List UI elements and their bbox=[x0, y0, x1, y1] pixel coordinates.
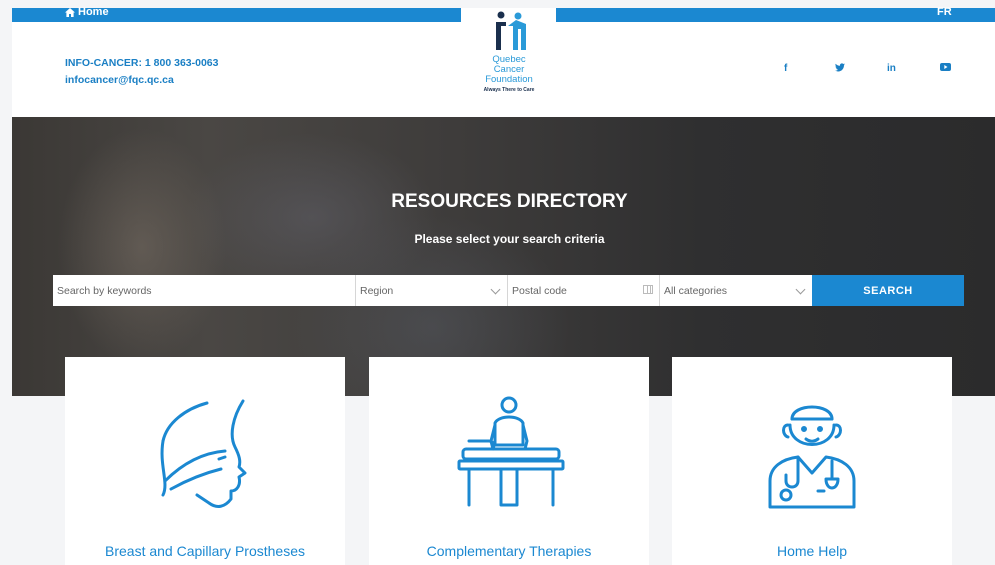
home-icon bbox=[65, 7, 75, 17]
card-label: Breast and Capillary Prostheses bbox=[105, 543, 305, 559]
region-select-value: Region bbox=[360, 284, 394, 297]
nurse-icon bbox=[768, 405, 856, 509]
keywords-input[interactable]: Search by keywords bbox=[53, 275, 356, 306]
home-link-label: Home bbox=[78, 6, 109, 18]
category-select[interactable]: All categories bbox=[660, 275, 812, 306]
search-bar: Search by keywords Region Postal code Al… bbox=[53, 275, 964, 306]
page-title: RESOURCES DIRECTORY bbox=[391, 191, 628, 212]
category-card-therapies[interactable]: Complementary Therapies bbox=[369, 357, 649, 565]
search-button[interactable]: SEARCH bbox=[812, 275, 964, 306]
chevron-down-icon bbox=[795, 284, 806, 295]
logo-figures-icon bbox=[496, 11, 526, 50]
hero-banner bbox=[12, 117, 995, 396]
twitter-icon bbox=[835, 63, 845, 72]
logo-tagline: Always There to Care bbox=[483, 87, 535, 93]
logo-name-line3: Foundation bbox=[485, 74, 533, 85]
linkedin-link[interactable]: in bbox=[887, 63, 896, 74]
card-icon-wrap bbox=[65, 395, 345, 515]
map-icon[interactable] bbox=[643, 285, 653, 294]
info-cancer-phone[interactable]: INFO-CANCER: 1 800 363-0063 bbox=[65, 55, 218, 72]
language-toggle[interactable]: FR bbox=[937, 6, 952, 18]
page-subtitle: Please select your search criteria bbox=[414, 232, 605, 246]
facebook-link[interactable]: f bbox=[784, 63, 787, 74]
massage-table-icon bbox=[457, 396, 565, 507]
card-label: Complementary Therapies bbox=[426, 543, 592, 559]
topbar-right bbox=[556, 8, 995, 22]
page: Home FR INFO-CANCER: 1 800 363-0063 info… bbox=[0, 0, 995, 565]
twitter-link[interactable] bbox=[835, 63, 845, 75]
contact-email-link[interactable]: infocancer@fqc.qc.ca bbox=[65, 72, 218, 89]
category-card-home-help[interactable]: Home Help bbox=[672, 357, 952, 565]
postal-code-placeholder: Postal code bbox=[512, 284, 567, 297]
home-link[interactable]: Home bbox=[65, 6, 109, 18]
postal-code-input[interactable]: Postal code bbox=[508, 275, 660, 306]
breast-profile-icon bbox=[160, 399, 247, 508]
contact-info: INFO-CANCER: 1 800 363-0063 infocancer@f… bbox=[65, 55, 218, 89]
youtube-icon bbox=[940, 63, 951, 71]
keywords-placeholder: Search by keywords bbox=[57, 284, 152, 297]
youtube-link[interactable] bbox=[940, 63, 951, 74]
region-select[interactable]: Region bbox=[356, 275, 508, 306]
card-label: Home Help bbox=[776, 543, 848, 559]
card-icon-wrap bbox=[672, 395, 952, 515]
chevron-down-icon bbox=[490, 284, 501, 295]
card-icon-wrap bbox=[369, 395, 649, 515]
category-card-prostheses[interactable]: Breast and Capillary Prostheses bbox=[65, 357, 345, 565]
category-select-value: All categories bbox=[664, 284, 728, 297]
site-logo[interactable]: Quebec Cancer Foundation Always There to… bbox=[468, 10, 550, 93]
